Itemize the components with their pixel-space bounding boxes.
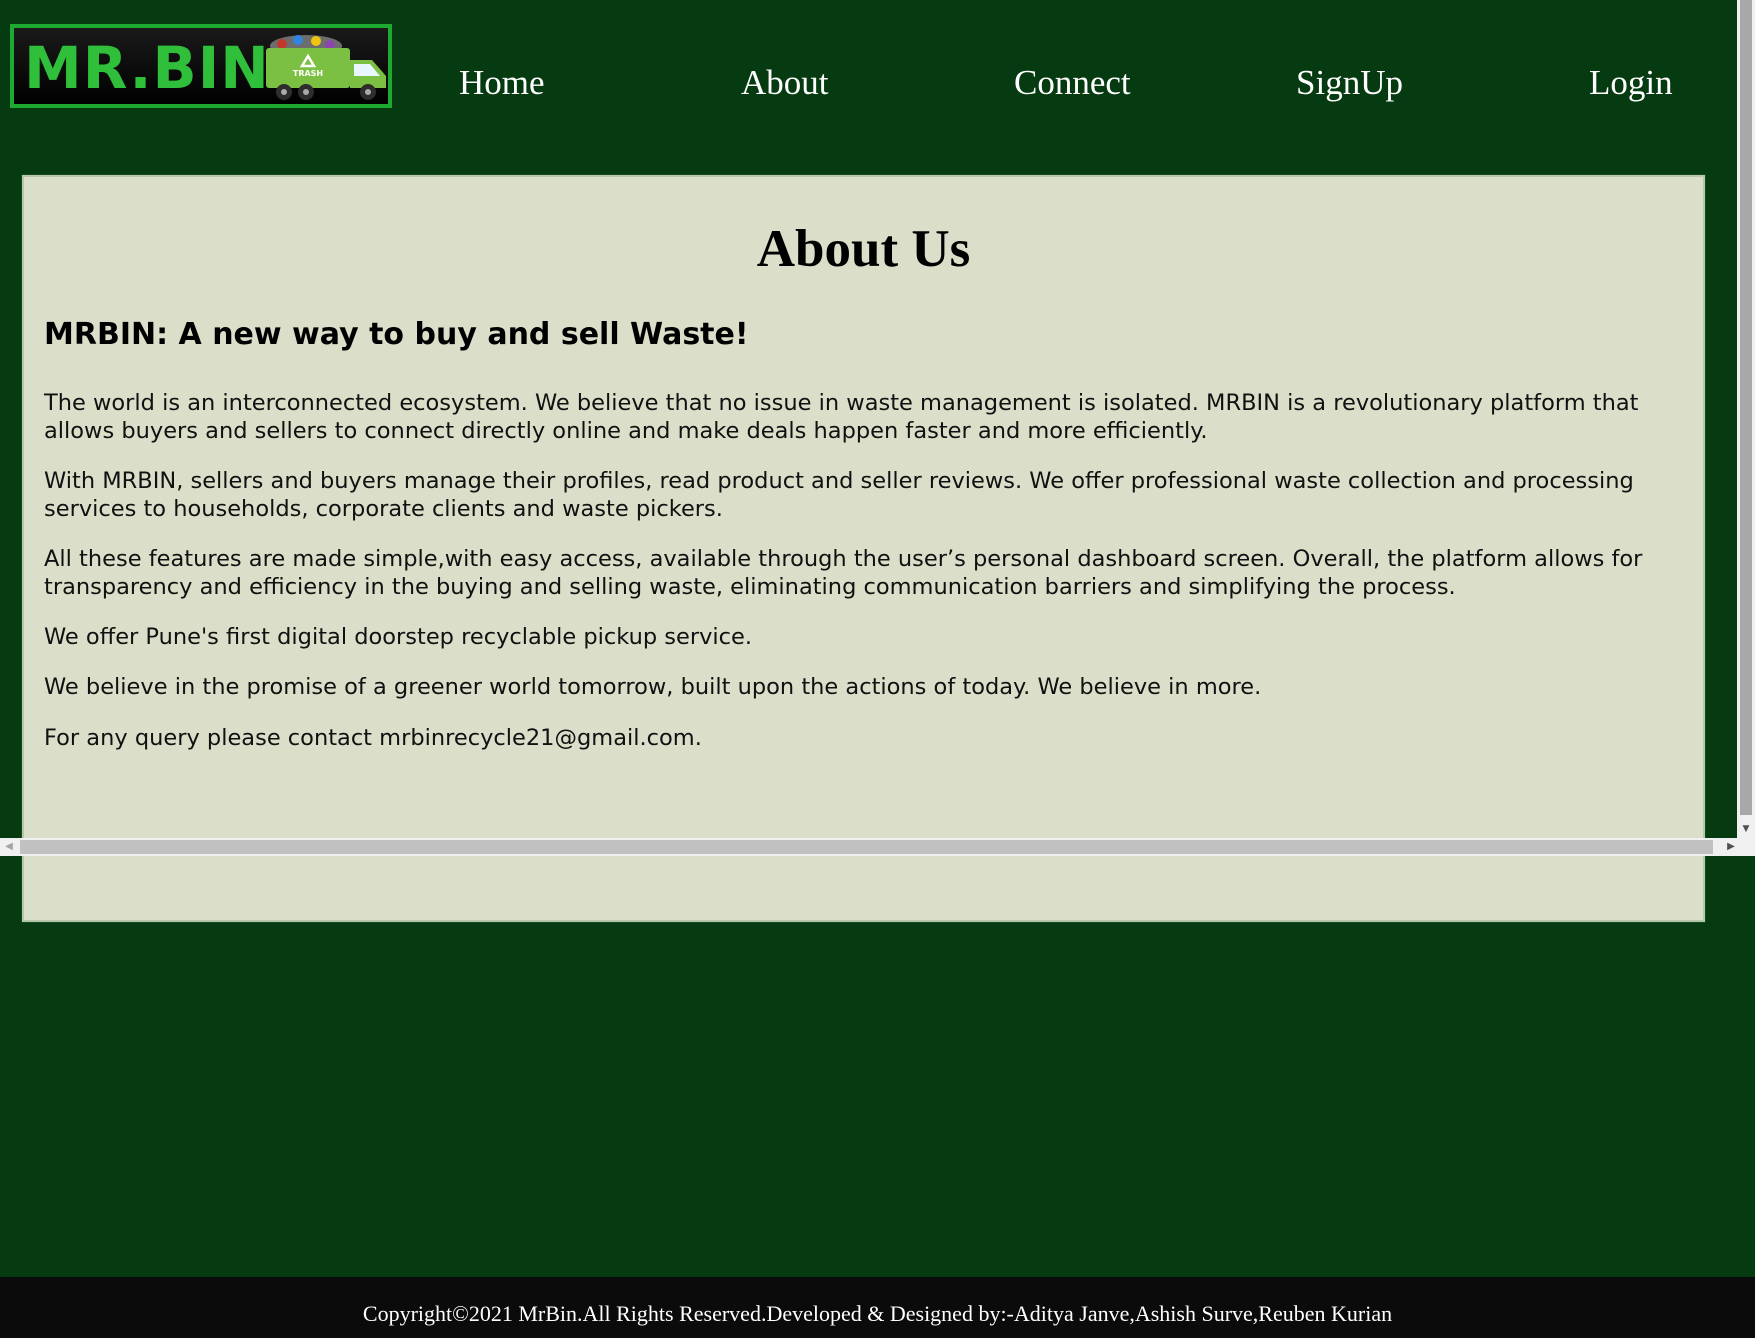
scroll-left-arrow-icon[interactable]: ◀ (0, 838, 18, 856)
page-title: About Us (756, 220, 971, 278)
about-paragraph-2: With MRBIN, sellers and buyers manage th… (44, 468, 1634, 522)
nav-login[interactable]: Login (1589, 58, 1673, 108)
about-paragraph-5: We believe in the promise of a greener w… (44, 674, 1262, 700)
scroll-down-arrow-icon[interactable]: ▼ (1737, 820, 1755, 838)
site-logo[interactable]: MR.BIN TRASH (10, 24, 392, 108)
horizontal-scrollbar-thumb[interactable] (20, 840, 1713, 854)
about-paragraph-4: We offer Pune's first digital doorstep r… (44, 624, 753, 650)
about-panel: About Us MRBIN: A new way to buy and sel… (21, 174, 1706, 923)
logo-text: MR.BIN (24, 34, 270, 102)
scroll-right-arrow-icon[interactable]: ▶ (1722, 838, 1740, 856)
nav-home[interactable]: Home (459, 58, 545, 108)
about-paragraph-3: All these features are made simple,with … (44, 546, 1643, 600)
page-footer: Copyright©2021 MrBin.All Rights Reserved… (0, 1277, 1755, 1338)
nav-signup[interactable]: SignUp (1296, 58, 1403, 108)
about-paragraph-1: The world is an interconnected ecosystem… (44, 390, 1639, 444)
vertical-scrollbar[interactable]: ▼ (1737, 0, 1755, 838)
footer-copyright: Copyright©2021 MrBin.All Rights Reserved… (362, 1301, 1393, 1326)
garbage-truck-icon: TRASH (266, 35, 386, 100)
nav-connect[interactable]: Connect (1014, 58, 1131, 108)
truck-badge-text: TRASH (293, 69, 323, 78)
contact-paragraph: For any query please contact mrbinrecycl… (44, 725, 702, 751)
vertical-scrollbar-thumb[interactable] (1740, 0, 1752, 815)
nav-about[interactable]: About (741, 58, 829, 108)
about-subtitle: MRBIN: A new way to buy and sell Waste! (44, 317, 749, 352)
horizontal-scrollbar[interactable]: ◀ ▶ (0, 838, 1755, 856)
